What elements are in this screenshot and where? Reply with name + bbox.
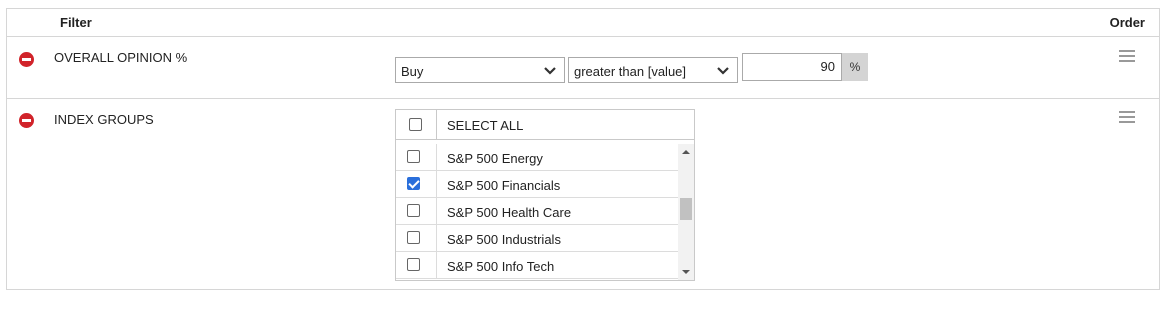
list-item[interactable]: S&P 500 Info Tech bbox=[396, 252, 678, 279]
item-checkbox[interactable] bbox=[407, 177, 420, 190]
scroll-down-icon[interactable] bbox=[682, 270, 690, 274]
select-all-row: SELECT ALL bbox=[396, 110, 694, 140]
select-all-checkbox[interactable] bbox=[409, 118, 422, 131]
scroll-up-icon[interactable] bbox=[682, 150, 690, 154]
unit-label: % bbox=[842, 53, 868, 81]
item-checkbox[interactable] bbox=[407, 204, 420, 217]
item-label: S&P 500 Financials bbox=[447, 178, 561, 193]
filter-label: OVERALL OPINION % bbox=[54, 50, 188, 65]
select-all-label: SELECT ALL bbox=[447, 118, 524, 133]
item-checkbox[interactable] bbox=[407, 231, 420, 244]
scroll-thumb[interactable] bbox=[680, 198, 692, 220]
item-checkbox[interactable] bbox=[407, 150, 420, 163]
item-label: S&P 500 Health Care bbox=[447, 205, 572, 220]
list-item[interactable]: S&P 500 Financials bbox=[396, 171, 678, 198]
list-item[interactable]: S&P 500 Industrials bbox=[396, 225, 678, 252]
item-label: S&P 500 Industrials bbox=[447, 232, 561, 247]
drag-handle-icon[interactable] bbox=[1119, 50, 1135, 65]
filter-column-header: Filter bbox=[60, 15, 92, 30]
item-checkbox[interactable] bbox=[407, 258, 420, 271]
operator-select-value: greater than [value] bbox=[574, 64, 687, 79]
drag-handle-icon[interactable] bbox=[1119, 111, 1135, 126]
order-column-header: Order bbox=[1109, 15, 1145, 30]
filter-table-header: Filter Order bbox=[7, 9, 1159, 37]
filter-row-index-groups: INDEX GROUPS SELECT ALL S&P 500 Energy S… bbox=[7, 99, 1159, 289]
opinion-select[interactable]: Buy bbox=[395, 57, 565, 83]
filter-row-overall-opinion: OVERALL OPINION % Buy greater than [valu… bbox=[7, 37, 1159, 99]
chevron-down-icon bbox=[544, 67, 556, 75]
chevron-down-icon bbox=[717, 67, 729, 75]
remove-filter-icon[interactable] bbox=[19, 113, 34, 128]
value-input[interactable]: 90 bbox=[742, 53, 842, 81]
item-label: S&P 500 Energy bbox=[447, 151, 543, 166]
opinion-select-value: Buy bbox=[401, 64, 424, 79]
index-groups-items: S&P 500 Energy S&P 500 Financials S&P 50… bbox=[396, 144, 678, 280]
index-groups-list: SELECT ALL S&P 500 Energy S&P 500 Financ… bbox=[395, 109, 695, 281]
list-item[interactable]: S&P 500 Health Care bbox=[396, 198, 678, 225]
filter-label: INDEX GROUPS bbox=[54, 112, 154, 127]
operator-select[interactable]: greater than [value] bbox=[568, 57, 738, 83]
filter-panel: Filter Order OVERALL OPINION % Buy great… bbox=[6, 8, 1160, 290]
list-item[interactable]: S&P 500 Energy bbox=[396, 144, 678, 171]
remove-filter-icon[interactable] bbox=[19, 52, 34, 67]
item-label: S&P 500 Info Tech bbox=[447, 259, 555, 274]
list-scrollbar[interactable] bbox=[678, 144, 694, 280]
